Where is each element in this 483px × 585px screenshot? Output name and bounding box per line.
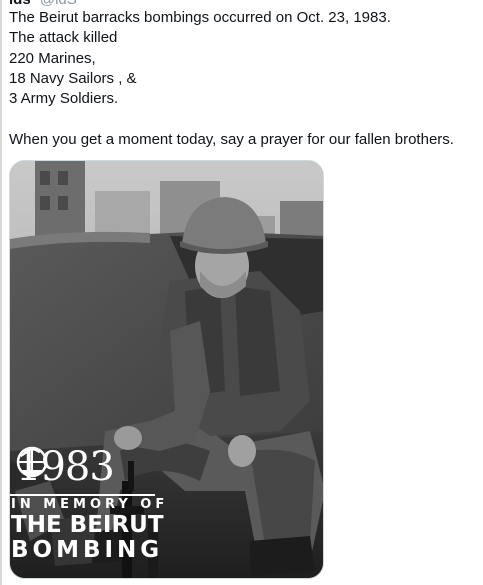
memorial-title: THE BEIRUT BOMBING <box>11 513 164 563</box>
tweet-line: 3 Army Soldiers. <box>9 90 119 108</box>
timeline-divider <box>0 0 2 585</box>
tweet-line: 18 Navy Sailors , & <box>9 69 137 87</box>
author-name[interactable]: lds <box>9 0 31 8</box>
tweet-text: The Beirut barracks bombings occurred on… <box>9 8 479 150</box>
tweet-line-spacer <box>9 109 479 129</box>
memory-divider <box>10 494 155 496</box>
tweet-line: 220 Marines, <box>9 49 96 67</box>
memory-line: IN MEMORY OF <box>11 497 169 512</box>
author-handle[interactable]: @ldS <box>40 0 77 8</box>
marine-corps-emblem-icon <box>16 446 48 478</box>
tweet-line: The Beirut barracks bombings occurred on… <box>9 9 391 26</box>
tweet-header: lds @ldS <box>9 0 77 8</box>
tweet-line: When you get a moment today, say a praye… <box>9 130 454 148</box>
year-overlay: 1983 <box>14 444 115 490</box>
tweet-line: The attack killed <box>9 29 118 47</box>
title-line-2: BOMBING <box>11 537 164 563</box>
tweet-media-photo[interactable]: 1983 IN MEMORY OF THE BEIRUT BOMBING <box>9 160 324 579</box>
title-line-1: THE BEIRUT <box>11 512 164 538</box>
